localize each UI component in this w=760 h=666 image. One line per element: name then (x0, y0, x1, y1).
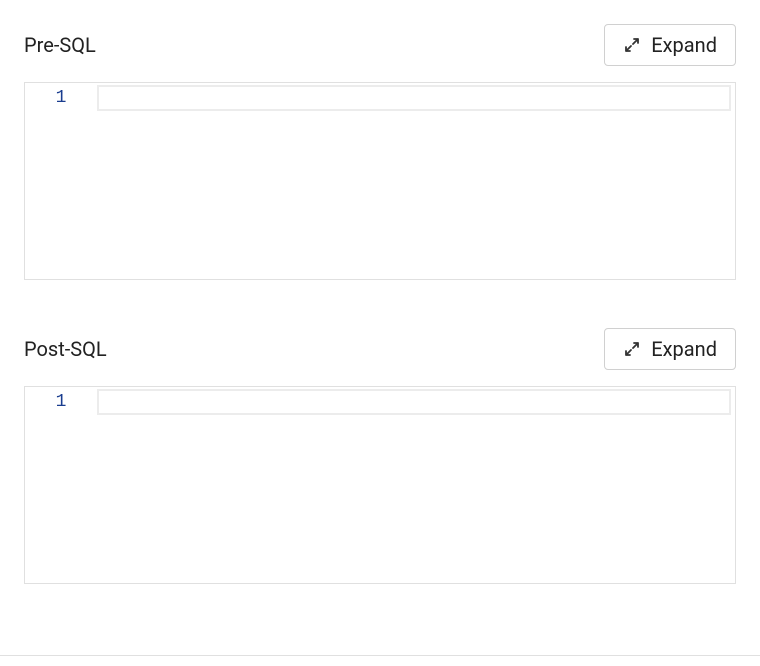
expand-icon (623, 36, 641, 54)
post-sql-input[interactable] (99, 391, 729, 413)
pre-sql-header: Pre-SQL Expand (24, 24, 736, 66)
post-sql-section: Post-SQL Expand 1 (24, 328, 736, 584)
bottom-divider (0, 655, 760, 656)
expand-icon (623, 340, 641, 358)
line-number: 1 (25, 83, 97, 113)
pre-sql-input[interactable] (99, 87, 729, 109)
post-sql-header: Post-SQL Expand (24, 328, 736, 370)
editor-line: 1 (25, 83, 735, 113)
expand-button-label: Expand (651, 33, 717, 57)
code-cell (97, 85, 731, 111)
pre-sql-section: Pre-SQL Expand 1 (24, 24, 736, 280)
post-sql-editor[interactable]: 1 (24, 386, 736, 584)
pre-sql-label: Pre-SQL (24, 33, 96, 57)
expand-button-label: Expand (651, 337, 717, 361)
post-sql-label: Post-SQL (24, 337, 107, 361)
pre-sql-editor[interactable]: 1 (24, 82, 736, 280)
line-number: 1 (25, 387, 97, 417)
editor-line: 1 (25, 387, 735, 417)
pre-sql-expand-button[interactable]: Expand (604, 24, 736, 66)
post-sql-expand-button[interactable]: Expand (604, 328, 736, 370)
code-cell (97, 389, 731, 415)
